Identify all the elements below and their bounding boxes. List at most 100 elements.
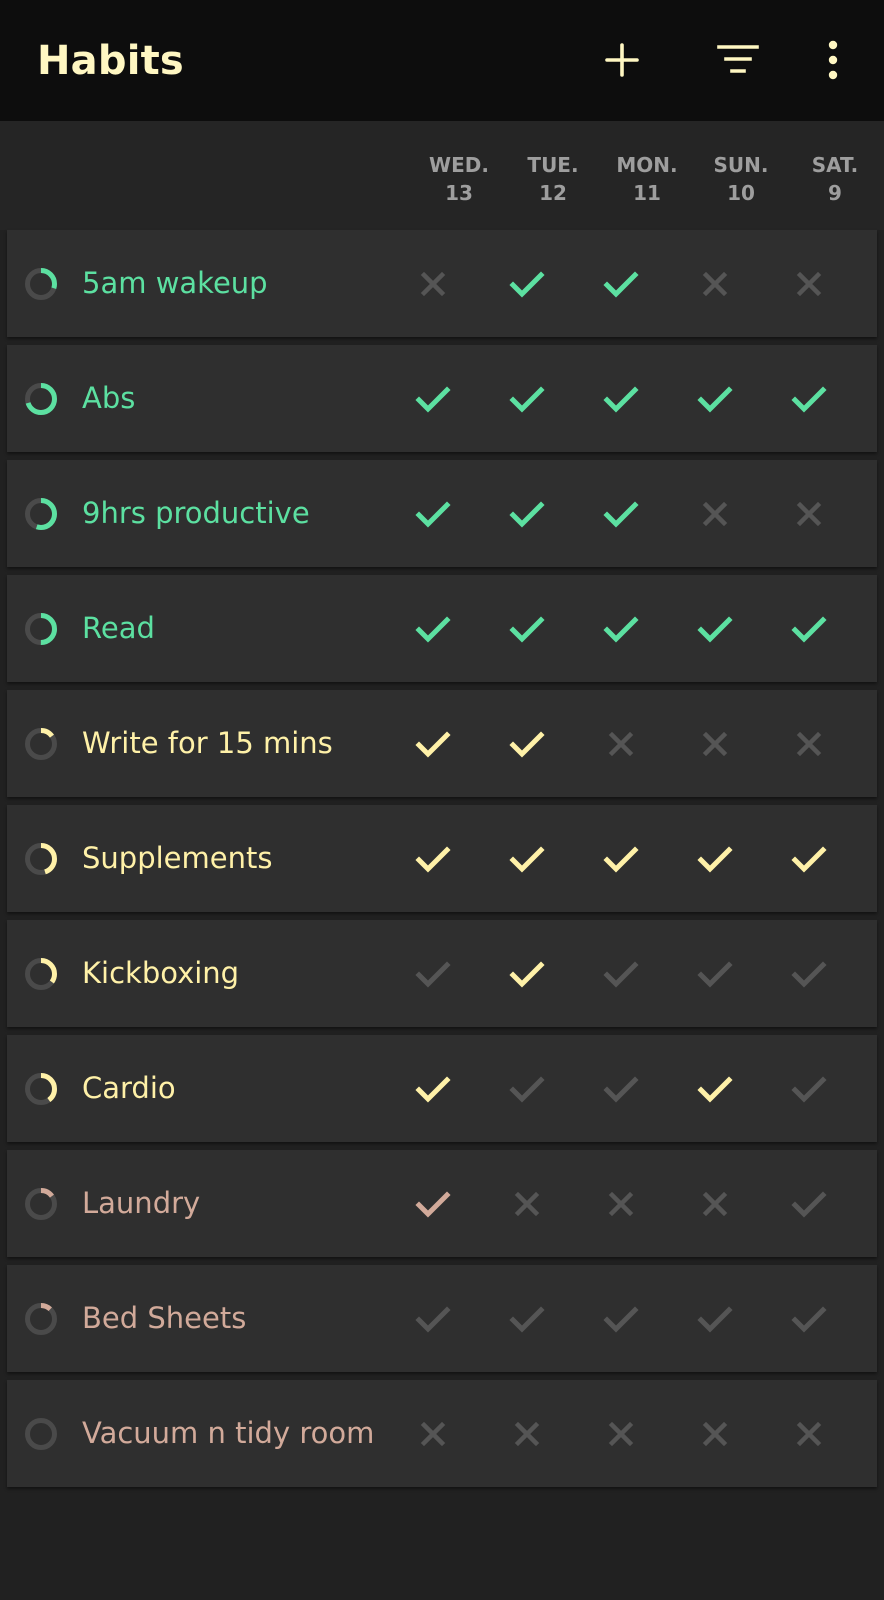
habit-row[interactable]: Read [7,575,877,682]
day-mark-done[interactable] [508,725,546,763]
day-mark-not-done[interactable] [602,1185,640,1223]
day-mark-not-done[interactable] [696,725,734,763]
check-icon [697,961,733,988]
day-mark-skipped[interactable] [602,1300,640,1338]
day-mark-done[interactable] [602,610,640,648]
day-mark-skipped[interactable] [508,1070,546,1108]
day-mark-done[interactable] [602,495,640,533]
day-mark-done[interactable] [414,1185,452,1223]
close-icon [702,1421,728,1447]
habit-name: Abs [82,381,136,415]
check-icon [415,846,451,873]
habit-progress-ring-icon [25,268,57,300]
check-icon [509,1076,545,1103]
day-mark-done[interactable] [414,610,452,648]
habit-row[interactable]: Supplements [7,805,877,912]
check-icon [603,1306,639,1333]
habit-row[interactable]: 9hrs productive [7,460,877,567]
day-mark-not-done[interactable] [790,725,828,763]
habit-row[interactable]: Kickboxing [7,920,877,1027]
day-mark-skipped[interactable] [790,1070,828,1108]
day-column-header[interactable]: WED. 13 [424,151,494,207]
day-mark-skipped[interactable] [602,955,640,993]
habit-progress-ring-icon [25,613,57,645]
check-icon [415,731,451,758]
day-mark-done[interactable] [414,380,452,418]
habit-row[interactable]: Laundry [7,1150,877,1257]
check-icon [603,271,639,298]
day-date: 12 [539,181,567,205]
day-mark-done[interactable] [790,840,828,878]
habit-row[interactable]: 5am wakeup [7,230,877,337]
check-icon [415,1306,451,1333]
day-mark-skipped[interactable] [508,1300,546,1338]
habit-row[interactable]: Write for 15 mins [7,690,877,797]
day-mark-not-done[interactable] [696,1185,734,1223]
day-mark-done[interactable] [414,1070,452,1108]
day-mark-not-done[interactable] [508,1415,546,1453]
habit-row[interactable]: Cardio [7,1035,877,1142]
day-mark-done[interactable] [696,840,734,878]
close-icon [608,1191,634,1217]
day-column-header[interactable]: SUN. 10 [706,151,776,207]
day-mark-done[interactable] [696,610,734,648]
check-icon [697,846,733,873]
day-mark-skipped[interactable] [414,955,452,993]
day-mark-done[interactable] [602,380,640,418]
day-mark-not-done[interactable] [696,265,734,303]
check-icon [509,1306,545,1333]
day-mark-not-done[interactable] [414,265,452,303]
habit-row[interactable]: Bed Sheets [7,1265,877,1372]
day-mark-not-done[interactable] [790,265,828,303]
check-icon [415,1076,451,1103]
day-mark-done[interactable] [414,840,452,878]
filter-button[interactable] [708,30,768,90]
day-mark-done[interactable] [790,380,828,418]
day-mark-done[interactable] [790,610,828,648]
day-mark-done[interactable] [414,725,452,763]
day-mark-done[interactable] [508,265,546,303]
habit-name: 9hrs productive [82,496,310,530]
day-column-header[interactable]: TUE. 12 [518,151,588,207]
day-mark-not-done[interactable] [508,1185,546,1223]
day-mark-done[interactable] [602,265,640,303]
habit-row[interactable]: Vacuum n tidy room [7,1380,877,1487]
day-mark-done[interactable] [602,840,640,878]
day-mark-done[interactable] [414,495,452,533]
check-icon [791,1076,827,1103]
day-mark-skipped[interactable] [790,1185,828,1223]
day-mark-not-done[interactable] [696,1415,734,1453]
day-mark-skipped[interactable] [696,1300,734,1338]
close-icon [796,1421,822,1447]
day-mark-not-done[interactable] [790,1415,828,1453]
day-mark-done[interactable] [508,380,546,418]
add-habit-button[interactable] [592,30,652,90]
day-mark-done[interactable] [508,610,546,648]
day-mark-not-done[interactable] [602,725,640,763]
day-mark-not-done[interactable] [602,1415,640,1453]
habit-row[interactable]: Abs [7,345,877,452]
more-options-button[interactable] [803,30,863,90]
day-column-header[interactable]: MON. 11 [612,151,682,207]
day-mark-skipped[interactable] [790,1300,828,1338]
day-mark-skipped[interactable] [414,1300,452,1338]
close-icon [702,501,728,527]
day-mark-skipped[interactable] [790,955,828,993]
day-mark-done[interactable] [508,955,546,993]
day-mark-done[interactable] [696,1070,734,1108]
day-mark-skipped[interactable] [696,955,734,993]
check-icon [415,386,451,413]
close-icon [796,731,822,757]
day-mark-done[interactable] [508,495,546,533]
check-icon [509,271,545,298]
close-icon [796,501,822,527]
day-column-header[interactable]: SAT. 9 [800,151,870,207]
day-mark-done[interactable] [696,380,734,418]
day-mark-done[interactable] [508,840,546,878]
day-date: 10 [727,181,755,205]
day-mark-skipped[interactable] [602,1070,640,1108]
day-mark-not-done[interactable] [414,1415,452,1453]
day-mark-not-done[interactable] [790,495,828,533]
day-mark-not-done[interactable] [696,495,734,533]
more-vertical-icon [828,40,838,80]
